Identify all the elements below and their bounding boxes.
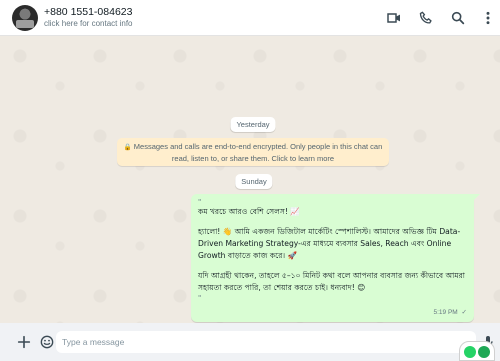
encryption-notice-line1: Messages and calls are end-to-end encryp… [133, 142, 383, 151]
date-chip-sunday: Sunday [235, 174, 273, 189]
message-line-headline: কম খরচে আরও বেশি সেলস! 📈 [198, 207, 300, 216]
read-status-icon: ✓ [461, 309, 467, 316]
message-quote-start: " [198, 198, 202, 206]
voice-call-icon[interactable] [418, 10, 434, 26]
contact-avatar[interactable] [12, 5, 38, 31]
message-input[interactable] [56, 331, 476, 353]
contact-name[interactable]: +880 1551-084623 [44, 6, 132, 18]
date-chip-yesterday: Yesterday [230, 117, 276, 132]
message-paragraph-offer: যদি আগ্রহী থাকেন, তাহলে ৫–১০ মিনিট কথা ব… [198, 271, 468, 292]
lock-icon: 🔒 [123, 144, 132, 151]
video-call-icon[interactable] [386, 10, 402, 26]
contact-info-hint[interactable]: click here for contact info [44, 19, 132, 28]
encryption-notice-line2: read, listen to, or share them. Click to… [171, 154, 335, 163]
menu-icon[interactable] [480, 10, 496, 26]
whatsapp-icon-secondary [478, 346, 490, 358]
composer-bar [0, 323, 500, 361]
chat-header[interactable]: +880 1551-084623 click here for contact … [0, 0, 500, 36]
search-icon[interactable] [450, 10, 466, 26]
attach-plus-icon[interactable] [16, 334, 32, 350]
outgoing-message-bubble[interactable]: " কম খরচে আরও বেশি সেলস! 📈 হ্যালো! 👋 আমি… [191, 194, 480, 322]
message-paragraph-intro: হ্যালো! 👋 আমি একজন ডিজিটাল মার্কেটিং স্প… [198, 227, 461, 260]
whatsapp-icon [464, 346, 476, 358]
message-quote-end: " [198, 294, 202, 302]
emoji-icon[interactable] [39, 334, 55, 350]
whatsapp-floating-badge[interactable] [459, 341, 495, 361]
message-meta: 5:19 PM ✓ [434, 307, 467, 319]
chat-area[interactable]: Yesterday 🔒 Messages and calls are end-to… [0, 36, 500, 323]
message-time: 5:19 PM [433, 309, 458, 316]
encryption-notice[interactable]: 🔒 Messages and calls are end-to-end encry… [117, 138, 389, 166]
